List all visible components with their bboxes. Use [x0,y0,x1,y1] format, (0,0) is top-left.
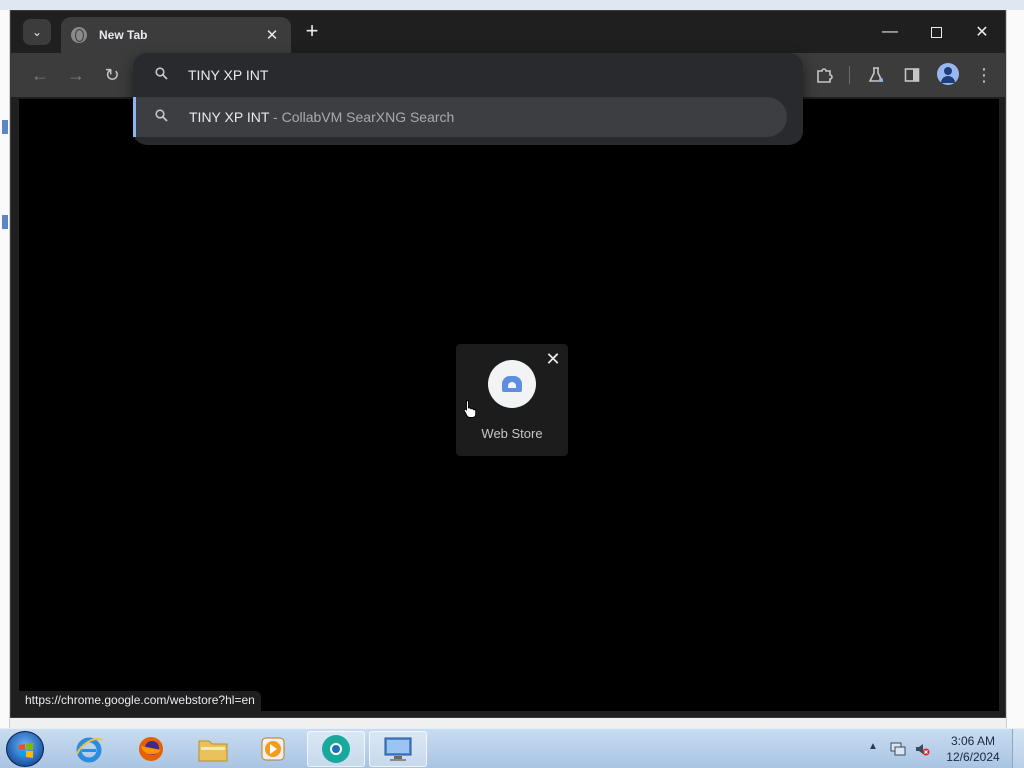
tile-remove-button[interactable]: ✕ [544,350,562,368]
maximize-icon [930,26,942,38]
arrow-left-icon: ← [31,65,49,85]
new-tab-button[interactable]: + [299,19,325,45]
hand-cursor-icon [463,400,477,418]
tab-strip: ⌄ New Tab ✕ + — ✕ [11,11,1005,53]
background-window-left-edge [0,10,10,728]
menu-button[interactable]: ⋮ [971,62,997,88]
flask-icon [868,67,884,82]
reload-icon: ↻ [104,65,120,85]
suggestion-text: TINY XP INT - CollabVM SearXNG Search [189,109,454,125]
omnibox-input[interactable] [188,65,768,85]
maximize-button[interactable] [913,17,959,47]
chrome-window: ⌄ New Tab ✕ + — ✕ ← → ↻ ⋮ ✕ Web Store TI… [10,10,1006,718]
side-panel-button[interactable] [899,62,925,88]
monitor-icon [384,737,412,761]
firefox-icon [139,737,163,761]
tile-label: Web Store [481,426,543,441]
background-marker [2,215,8,229]
media-player-icon [261,737,285,761]
background-window-titlebar [0,0,1024,10]
selection-accent [133,97,136,137]
omnibox-suggestion[interactable]: TINY XP INT - CollabVM SearXNG Search [133,97,787,137]
network-icon[interactable] [890,741,906,757]
chevron-down-icon: ⌄ [31,25,43,39]
new-tab-page: ✕ Web Store [19,99,999,711]
omnibox-input-row [133,53,803,97]
start-button[interactable] [6,731,44,767]
toolbar-separator [849,66,850,84]
volume-muted-icon[interactable] [914,741,930,757]
arrow-right-icon: → [67,65,85,85]
search-icon [155,109,168,125]
tab-title: New Tab [99,28,148,42]
internet-explorer-icon [76,737,103,763]
clock-time: 3:06 AM [950,734,996,748]
taskbar-internet-explorer[interactable] [60,731,118,767]
close-window-button[interactable]: ✕ [959,17,1005,47]
suggestion-separator: - [269,109,282,125]
system-clock[interactable]: 3:06 AM 12/6/2024 [938,733,1008,765]
forward-button[interactable]: → [63,62,89,88]
status-bubble: https://chrome.google.com/webstore?hl=en [19,691,261,711]
kebab-menu-icon: ⋮ [975,65,993,85]
folder-icon [198,740,228,762]
windows-logo-icon [19,743,33,758]
web-store-favicon [488,360,536,408]
web-store-icon [502,376,522,392]
chromium-icon [322,735,350,763]
suggestion-query: TINY XP INT [189,109,270,125]
tray-overflow-icon[interactable]: ▲ [868,741,878,752]
back-button[interactable]: ← [27,62,53,88]
reload-button[interactable]: ↻ [99,62,125,88]
side-panel-icon [904,68,920,82]
taskbar-remote-desktop[interactable] [369,731,427,767]
avatar-icon[interactable] [937,63,959,85]
tab-close-button[interactable]: ✕ [263,26,281,44]
taskbar-media-player[interactable] [244,731,302,767]
close-icon: ✕ [975,24,989,41]
plus-icon: + [305,18,319,43]
show-desktop-button[interactable] [1012,729,1024,768]
labs-button[interactable] [863,62,889,88]
puzzle-icon [817,68,833,83]
clock-date: 12/6/2024 [946,750,1000,764]
search-icon [155,67,171,83]
minimize-button[interactable]: — [867,17,913,47]
background-marker [2,120,8,134]
minimize-icon: — [882,23,898,40]
globe-icon [71,27,87,43]
tab-new-tab[interactable]: New Tab ✕ [61,17,291,53]
taskbar-firefox[interactable] [122,731,180,767]
taskbar-chrome[interactable] [307,731,365,767]
omnibox-popup: TINY XP INT - CollabVM SearXNG Search [133,53,803,145]
taskbar-file-explorer[interactable] [184,731,242,767]
taskbar: ▲ 3:06 AM 12/6/2024 [0,728,1024,768]
tab-search-button[interactable]: ⌄ [23,19,51,45]
suggestion-description: CollabVM SearXNG Search [281,109,455,125]
background-window-right-edge [1006,10,1024,728]
extensions-button[interactable] [811,62,837,88]
